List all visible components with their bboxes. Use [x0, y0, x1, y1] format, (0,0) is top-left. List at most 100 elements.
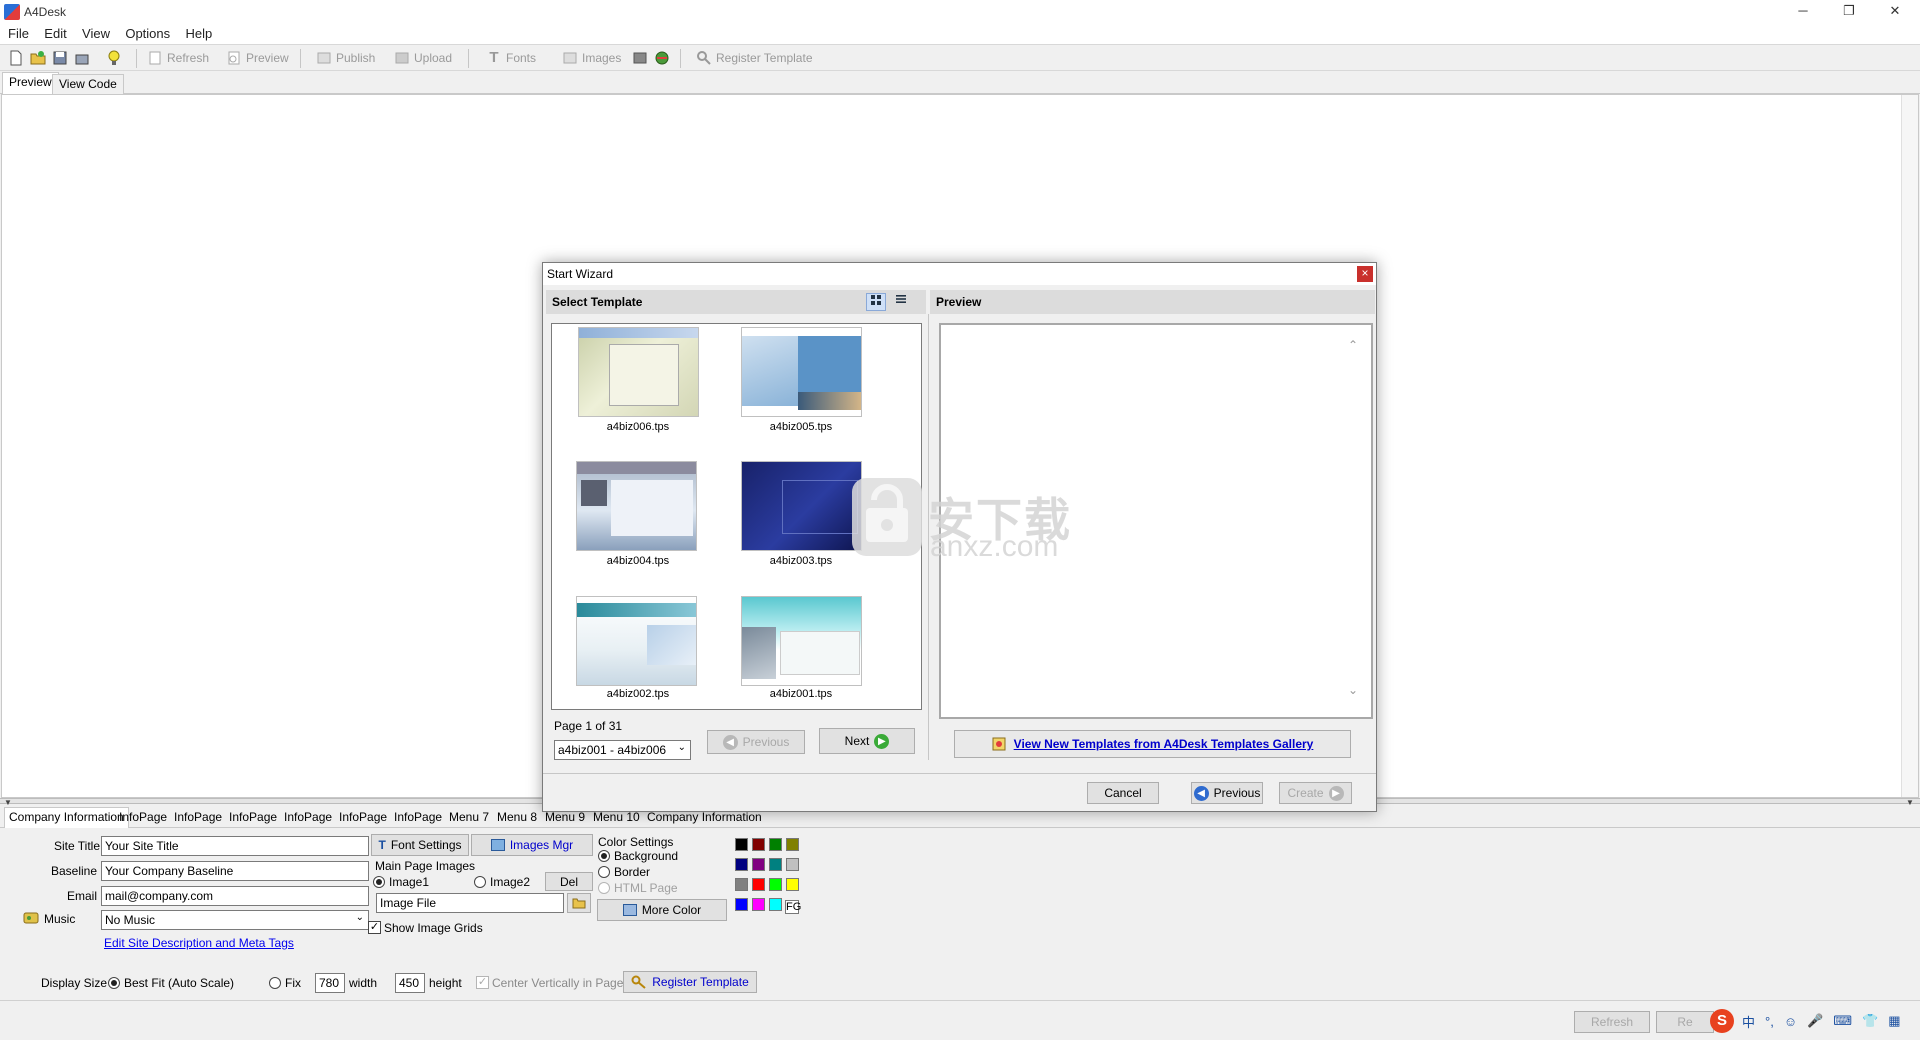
- baseline-input[interactable]: [101, 861, 369, 881]
- music-select[interactable]: No Music ⌄: [101, 910, 369, 930]
- more-color-button[interactable]: More Color: [597, 899, 727, 921]
- fg-swatch[interactable]: FG: [785, 900, 801, 914]
- scroll-up-icon[interactable]: ⌃: [1348, 338, 1358, 352]
- height-input[interactable]: [395, 973, 425, 993]
- canvas-scrollbar[interactable]: [1901, 95, 1918, 797]
- color-swatch[interactable]: [769, 898, 782, 911]
- cancel-button[interactable]: Cancel: [1087, 782, 1159, 804]
- ime-mic-icon[interactable]: 🎤: [1807, 1013, 1823, 1029]
- tab-menu-7[interactable]: Menu 7: [445, 808, 493, 827]
- show-grids-checkbox[interactable]: ✓: [368, 921, 381, 934]
- refresh-button[interactable]: Refresh: [147, 48, 209, 68]
- new-file-icon[interactable]: [8, 48, 24, 68]
- html-page-radio[interactable]: [598, 882, 610, 894]
- background-radio[interactable]: [598, 850, 610, 862]
- color-swatch[interactable]: [735, 858, 748, 871]
- color-swatch[interactable]: [752, 878, 765, 891]
- images-button[interactable]: Images: [562, 48, 621, 68]
- collapse-right-icon[interactable]: ▼: [1906, 798, 1914, 807]
- color-swatch[interactable]: [752, 838, 765, 851]
- restore-button[interactable]: ❐: [1826, 0, 1872, 24]
- color-swatch[interactable]: [735, 838, 748, 851]
- bulb-icon[interactable]: [106, 48, 122, 68]
- tools-icon[interactable]: [632, 48, 648, 68]
- center-vert-checkbox[interactable]: ✓: [476, 976, 489, 989]
- menu-file[interactable]: File: [0, 24, 35, 44]
- border-radio[interactable]: [598, 866, 610, 878]
- menu-help[interactable]: Help: [180, 24, 219, 44]
- save-all-icon[interactable]: [74, 48, 90, 68]
- upload-button[interactable]: Upload: [394, 48, 452, 68]
- wizard-previous-button[interactable]: ◀ Previous: [1191, 782, 1263, 804]
- image-file-input[interactable]: [376, 893, 564, 913]
- publish-button[interactable]: Publish: [316, 48, 375, 68]
- minimize-button[interactable]: ─: [1780, 0, 1826, 24]
- ime-chinese-icon[interactable]: 中: [1742, 1012, 1755, 1031]
- template-thumb-a4biz004[interactable]: [576, 461, 697, 551]
- browse-folder-button[interactable]: [567, 893, 591, 913]
- ime-skin-icon[interactable]: 👕: [1862, 1013, 1878, 1029]
- globe-icon[interactable]: [654, 48, 670, 68]
- color-swatch[interactable]: [769, 858, 782, 871]
- color-swatch[interactable]: [752, 858, 765, 871]
- del-button[interactable]: Del: [545, 872, 593, 891]
- edit-meta-tags-link[interactable]: Edit Site Description and Meta Tags: [104, 936, 294, 950]
- tab-infopage-3[interactable]: InfoPage: [225, 808, 281, 827]
- images-mgr-button[interactable]: Images Mgr: [471, 834, 593, 856]
- tab-preview[interactable]: Preview: [2, 72, 59, 95]
- tab-infopage-4[interactable]: InfoPage: [280, 808, 336, 827]
- menu-view[interactable]: View: [76, 24, 116, 44]
- register-template-bottom-button[interactable]: Register Template: [623, 971, 757, 993]
- templates-previous-button[interactable]: ◀ Previous: [707, 730, 805, 754]
- template-thumb-a4biz006[interactable]: [578, 327, 699, 417]
- tab-infopage-1[interactable]: InfoPage: [115, 808, 171, 827]
- create-button[interactable]: Create ▶: [1279, 782, 1352, 804]
- color-swatch[interactable]: [769, 838, 782, 851]
- font-settings-button[interactable]: T Font Settings: [371, 834, 469, 856]
- tab-view-code[interactable]: View Code: [52, 74, 124, 94]
- register-template-button[interactable]: Register Template: [696, 48, 813, 68]
- color-swatch[interactable]: [769, 878, 782, 891]
- tab-company-information[interactable]: Company Information: [4, 807, 129, 828]
- template-range-select[interactable]: a4biz001 - a4biz006 ⌄: [554, 740, 691, 760]
- template-thumb-a4biz005[interactable]: [741, 327, 862, 417]
- ime-menu-icon[interactable]: ▦: [1888, 1013, 1900, 1029]
- color-swatch[interactable]: [786, 838, 799, 851]
- tab-infopage-2[interactable]: InfoPage: [170, 808, 226, 827]
- tab-infopage-5[interactable]: InfoPage: [335, 808, 391, 827]
- image1-radio[interactable]: [373, 876, 385, 888]
- open-folder-icon[interactable]: [30, 48, 46, 68]
- status-preview-button[interactable]: Re: [1656, 1011, 1714, 1033]
- status-refresh-button[interactable]: Refresh: [1574, 1011, 1650, 1033]
- ime-keyboard-icon[interactable]: ⌨: [1833, 1013, 1852, 1029]
- dialog-close-button[interactable]: ×: [1357, 266, 1373, 282]
- tab-infopage-6[interactable]: InfoPage: [390, 808, 446, 827]
- color-swatch[interactable]: [752, 898, 765, 911]
- list-view-icon[interactable]: [891, 293, 911, 311]
- color-swatch[interactable]: [735, 898, 748, 911]
- ime-emoji-icon[interactable]: ☺: [1784, 1014, 1797, 1029]
- menu-options[interactable]: Options: [119, 24, 176, 44]
- template-thumb-a4biz002[interactable]: [576, 596, 697, 686]
- image2-radio[interactable]: [474, 876, 486, 888]
- template-thumb-a4biz001[interactable]: [741, 596, 862, 686]
- scroll-down-icon[interactable]: ⌄: [1348, 683, 1358, 697]
- fix-radio[interactable]: [269, 977, 281, 989]
- templates-next-button[interactable]: Next ▶: [819, 728, 915, 754]
- templates-gallery-button[interactable]: View New Templates from A4Desk Templates…: [954, 730, 1351, 758]
- ime-punct-icon[interactable]: °,: [1765, 1014, 1774, 1029]
- template-thumb-a4biz003[interactable]: [741, 461, 862, 551]
- color-swatch[interactable]: [786, 858, 799, 871]
- collapse-left-icon[interactable]: ▼: [4, 798, 12, 807]
- tab-menu-8[interactable]: Menu 8: [493, 808, 541, 827]
- fonts-button[interactable]: T Fonts: [486, 48, 536, 68]
- width-input[interactable]: [315, 973, 345, 993]
- close-button[interactable]: ✕: [1872, 0, 1918, 24]
- site-title-input[interactable]: [101, 836, 369, 856]
- ime-logo-icon[interactable]: S: [1710, 1009, 1734, 1033]
- best-fit-radio[interactable]: [108, 977, 120, 989]
- menu-edit[interactable]: Edit: [38, 24, 72, 44]
- color-swatch[interactable]: [735, 878, 748, 891]
- preview-button[interactable]: Preview: [226, 48, 289, 68]
- color-swatch[interactable]: [786, 878, 799, 891]
